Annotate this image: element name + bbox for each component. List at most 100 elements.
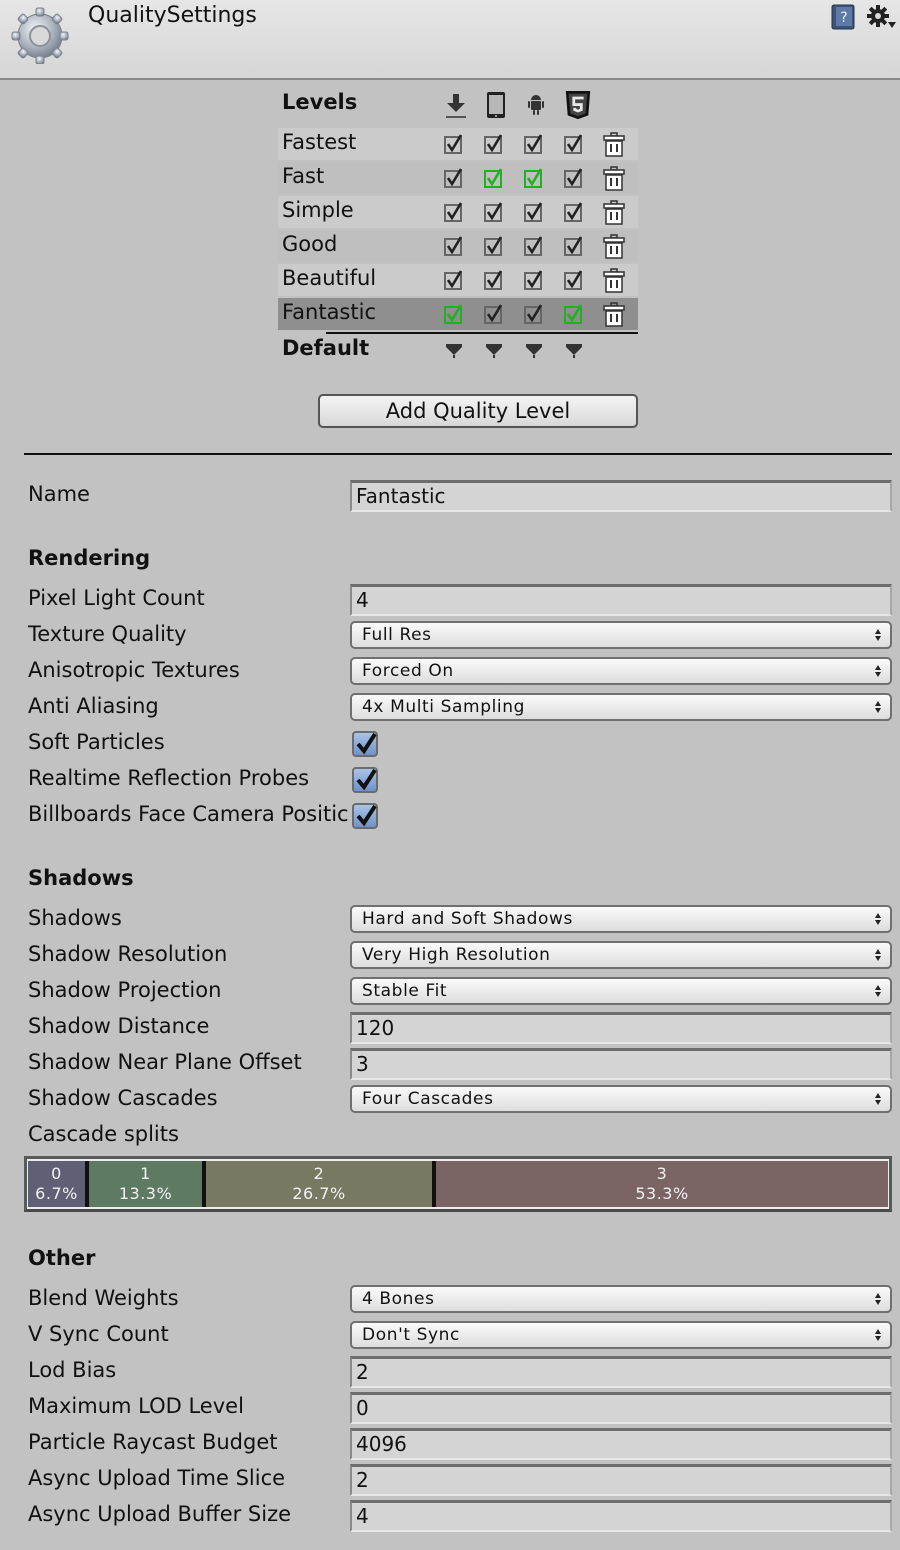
async-upload-buffer-size-field[interactable]: 4 (350, 1500, 892, 1532)
platform-checkbox[interactable] (524, 168, 544, 188)
cascade-segment: 3 53.3% (436, 1161, 888, 1207)
cascade-splits-bar: 0 6.7% 1 13.3% 2 26.7% 3 53.3% (24, 1156, 892, 1212)
platform-checkbox[interactable] (564, 202, 584, 222)
level-name: Fast (282, 164, 325, 188)
shadow-resolution-dropdown[interactable]: Very High Resolution (350, 941, 892, 969)
shadows-dropdown[interactable]: Hard and Soft Shadows (350, 905, 892, 933)
anisotropic-textures-dropdown[interactable]: Forced On (350, 657, 892, 685)
level-row[interactable]: Simple (278, 196, 638, 228)
shadow-near-plane-offset-field[interactable]: 3 (350, 1048, 892, 1080)
platform-checkbox[interactable] (564, 304, 584, 324)
trash-icon[interactable] (602, 268, 626, 294)
texture-quality-dropdown[interactable]: Full Res (350, 621, 892, 649)
trash-icon[interactable] (602, 302, 626, 328)
level-row[interactable]: Fast (278, 162, 638, 194)
trash-icon[interactable] (602, 234, 626, 260)
platform-checkbox[interactable] (524, 236, 544, 256)
shadow-cascades-label: Shadow Cascades (28, 1086, 218, 1110)
cascade-percent: 26.7% (292, 1184, 346, 1203)
cascade-index: 1 (140, 1164, 151, 1183)
trash-icon[interactable] (602, 200, 626, 226)
trash-icon[interactable] (602, 132, 626, 158)
lod-bias-field[interactable]: 2 (350, 1356, 892, 1388)
soft-particles-checkbox[interactable] (352, 731, 378, 757)
v-sync-count-dropdown[interactable]: Don't Sync (350, 1321, 892, 1349)
section-divider (24, 453, 892, 455)
platform-checkbox[interactable] (484, 270, 504, 290)
platform-checkbox[interactable] (444, 202, 464, 222)
default-level-dropdown-arrow-icon[interactable] (524, 342, 544, 360)
platform-checkbox[interactable] (484, 236, 504, 256)
svg-text:?: ? (840, 10, 847, 26)
platform-checkbox[interactable] (484, 168, 504, 188)
default-label: Default (282, 336, 370, 360)
billboards-face-camera-label: Billboards Face Camera Positic (28, 802, 349, 826)
blend-weights-dropdown[interactable]: 4 Bones (350, 1285, 892, 1313)
platform-checkbox[interactable] (524, 270, 544, 290)
platform-checkbox[interactable] (444, 304, 464, 324)
level-name: Beautiful (282, 266, 377, 290)
cascade-index: 3 (656, 1164, 668, 1183)
platform-checkbox[interactable] (524, 202, 544, 222)
platform-checkbox[interactable] (444, 168, 464, 188)
platform-checkbox[interactable] (564, 270, 584, 290)
levels-header: Levels (282, 90, 358, 114)
shadows-section-title: Shadows (28, 866, 134, 890)
updown-arrows-icon (875, 913, 881, 925)
async-upload-time-slice-field[interactable]: 2 (350, 1464, 892, 1496)
platform-checkbox[interactable] (484, 202, 504, 222)
pixel-light-count-field[interactable]: 4 (350, 584, 892, 616)
pixel-light-count-label: Pixel Light Count (28, 586, 205, 610)
v-sync-count-label: V Sync Count (28, 1322, 169, 1346)
rendering-section-title: Rendering (28, 546, 151, 570)
platform-checkbox[interactable] (564, 168, 584, 188)
level-row[interactable]: Good (278, 230, 638, 262)
settings-gear-dropdown-icon[interactable] (866, 4, 896, 30)
platform-checkbox[interactable] (444, 134, 464, 154)
cascade-percent: 53.3% (635, 1184, 689, 1203)
cascade-percent: 6.7% (35, 1184, 78, 1203)
v-sync-count-value: Don't Sync (362, 1325, 460, 1345)
platform-checkbox[interactable] (444, 270, 464, 290)
help-book-icon[interactable]: ? (830, 4, 856, 30)
platform-checkbox[interactable] (484, 134, 504, 154)
add-quality-level-button[interactable]: Add Quality Level (318, 394, 638, 428)
name-label: Name (28, 482, 90, 506)
platform-checkbox[interactable] (564, 134, 584, 154)
shadow-projection-label: Shadow Projection (28, 978, 222, 1002)
platform-checkbox[interactable] (564, 236, 584, 256)
async-upload-time-slice-label: Async Upload Time Slice (28, 1466, 286, 1490)
shadow-distance-field[interactable]: 120 (350, 1012, 892, 1044)
level-row[interactable]: Fantastic (278, 298, 638, 330)
updown-arrows-icon (875, 665, 881, 677)
shadow-projection-dropdown[interactable]: Stable Fit (350, 977, 892, 1005)
platform-checkbox[interactable] (444, 236, 464, 256)
cascade-segment: 0 6.7% (28, 1161, 85, 1207)
particle-raycast-budget-field[interactable]: 4096 (350, 1428, 892, 1460)
shadow-resolution-label: Shadow Resolution (28, 942, 228, 966)
platform-checkbox[interactable] (484, 304, 504, 324)
texture-quality-label: Texture Quality (28, 622, 187, 646)
name-field[interactable]: Fantastic (350, 480, 892, 512)
async-upload-buffer-size-label: Async Upload Buffer Size (28, 1502, 292, 1526)
billboards-face-camera-checkbox[interactable] (352, 803, 378, 829)
other-section-title: Other (28, 1246, 96, 1270)
level-row[interactable]: Beautiful (278, 264, 638, 296)
shadow-cascades-dropdown[interactable]: Four Cascades (350, 1085, 892, 1113)
default-level-dropdown-arrow-icon[interactable] (444, 342, 464, 360)
platform-checkbox[interactable] (524, 134, 544, 154)
updown-arrows-icon (875, 701, 881, 713)
level-name: Fantastic (282, 300, 376, 324)
anti-aliasing-dropdown[interactable]: 4x Multi Sampling (350, 693, 892, 721)
default-level-dropdown-arrow-icon[interactable] (564, 342, 584, 360)
realtime-reflection-probes-checkbox[interactable] (352, 767, 378, 793)
download-arrow-icon (446, 94, 466, 118)
checkmark-icon (356, 732, 377, 755)
trash-icon[interactable] (602, 166, 626, 192)
level-row[interactable]: Fastest (278, 128, 638, 160)
maximum-lod-level-field[interactable]: 0 (350, 1392, 892, 1424)
html5-icon (565, 90, 591, 120)
platform-checkbox[interactable] (524, 304, 544, 324)
default-level-dropdown-arrow-icon[interactable] (484, 342, 504, 360)
anisotropic-textures-value: Forced On (362, 661, 454, 681)
